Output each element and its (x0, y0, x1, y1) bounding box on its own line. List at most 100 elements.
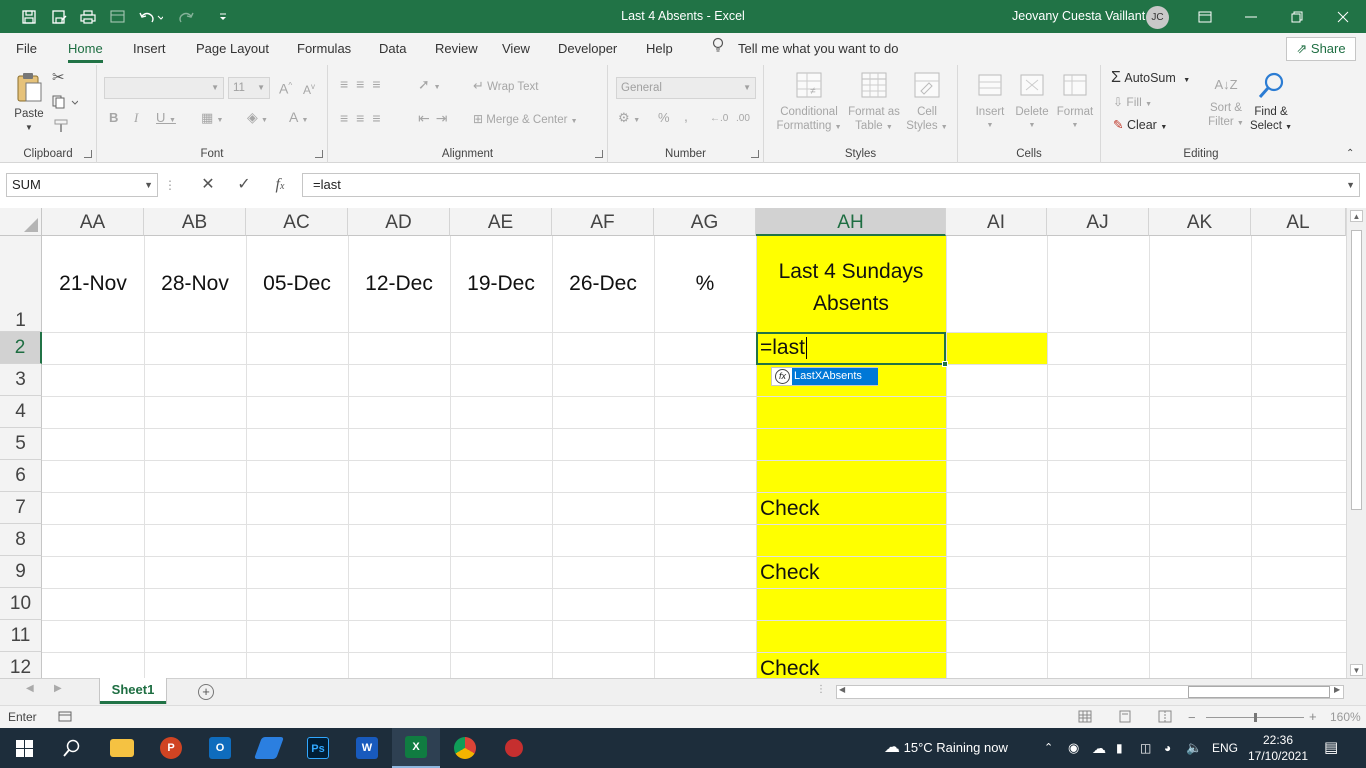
file-explorer-icon[interactable] (98, 728, 146, 768)
tab-view[interactable]: View (502, 33, 530, 65)
vertical-scrollbar[interactable]: ▲ ▼ (1346, 208, 1366, 678)
sheet-tab-sheet1[interactable]: Sheet1 (100, 678, 166, 704)
autocomplete-item[interactable]: LastXAbsents (792, 368, 878, 385)
excel-taskbar-icon[interactable]: X (392, 728, 440, 768)
bold-icon[interactable]: B (109, 111, 118, 125)
horizontal-scroll-thumb[interactable] (1188, 686, 1330, 698)
page-layout-view-icon[interactable] (1118, 710, 1132, 726)
grow-font-icon[interactable]: A^ (279, 79, 292, 96)
font-name-combo[interactable]: ▼ (104, 77, 224, 99)
restore-icon[interactable] (1274, 0, 1320, 33)
increase-decimal-icon[interactable]: ←.0 (710, 112, 728, 126)
conditional-formatting-button[interactable]: ≠ Conditional Formatting ▼ (776, 69, 842, 135)
font-launcher-icon[interactable] (315, 150, 323, 158)
row-header[interactable]: 4 (0, 396, 42, 428)
wifi-icon[interactable]: ◕ (1164, 728, 1171, 768)
number-launcher-icon[interactable] (751, 150, 759, 158)
scroll-right-icon[interactable]: ▶ (1334, 685, 1340, 694)
indent-icons[interactable]: ⇤⇥ (418, 111, 453, 125)
tab-help[interactable]: Help (646, 33, 673, 65)
cell-aa1[interactable]: 21-Nov (42, 272, 144, 296)
cancel-entry-icon[interactable]: ✕ (194, 173, 222, 197)
cell-ah12[interactable]: Check (760, 657, 820, 678)
snipping-tool-icon[interactable] (490, 728, 538, 768)
tab-review[interactable]: Review (435, 33, 478, 65)
wrap-text-button[interactable]: ↵ Wrap Text (473, 79, 538, 94)
clear-button[interactable]: ✎ Clear ▼ (1113, 118, 1167, 135)
column-header[interactable]: AK (1149, 208, 1251, 236)
format-cells-button[interactable]: Format ▼ (1054, 69, 1096, 133)
autosum-button[interactable]: Σ AutoSum ▼ (1111, 70, 1190, 88)
powerpoint-icon[interactable]: P (147, 728, 195, 768)
tab-split-handle[interactable]: ⋮ (816, 684, 826, 695)
cell-ah9[interactable]: Check (760, 561, 820, 585)
add-sheet-icon[interactable]: + (198, 684, 214, 700)
zoom-in-icon[interactable]: + (1309, 709, 1317, 724)
column-header[interactable]: AI (946, 208, 1047, 236)
tab-developer[interactable]: Developer (558, 33, 617, 65)
format-as-table-button[interactable]: Format as Table ▼ (844, 69, 904, 135)
search-icon[interactable] (48, 728, 96, 768)
spreadsheet-grid[interactable]: AA AB AC AD AE AF AG AH AI AJ AK AL 1 2 … (0, 208, 1346, 678)
comma-icon[interactable]: , (684, 109, 688, 123)
battery-icon[interactable]: ▮ (1116, 728, 1123, 768)
insert-cells-button[interactable]: Insert ▼ (970, 69, 1010, 133)
shrink-font-icon[interactable]: Av (303, 80, 315, 97)
alignment-launcher-icon[interactable] (595, 150, 603, 158)
row-header[interactable]: 6 (0, 460, 42, 492)
horizontal-align-icons[interactable]: ≡≡≡ (340, 111, 389, 125)
percent-icon[interactable]: % (658, 111, 670, 125)
find-select-button[interactable]: Find & Select ▼ (1249, 69, 1293, 135)
italic-icon[interactable]: I (134, 111, 138, 125)
scroll-thumb[interactable] (1351, 230, 1362, 510)
row-header[interactable]: 1 (0, 236, 42, 332)
column-header[interactable]: AA (42, 208, 144, 236)
scroll-up-icon[interactable]: ▲ (1350, 210, 1363, 222)
copy-icon[interactable] (52, 95, 79, 113)
minimize-icon[interactable] (1228, 0, 1274, 33)
webcam-icon[interactable]: ◉ (1068, 728, 1079, 768)
macro-record-icon[interactable] (58, 710, 72, 726)
borders-icon[interactable]: ▦ ▼ (201, 111, 223, 128)
name-box[interactable]: SUM ▼ (6, 173, 158, 197)
chevron-down-icon[interactable]: ▼ (144, 174, 153, 196)
power-automate-icon[interactable] (245, 728, 293, 768)
cell-ac1[interactable]: 05-Dec (246, 272, 348, 296)
cell-ad1[interactable]: 12-Dec (348, 272, 450, 296)
language-indicator[interactable]: ENG (1212, 728, 1238, 768)
tell-me-box[interactable]: Tell me what you want to do (712, 33, 898, 65)
merge-center-button[interactable]: ⊞ Merge & Center ▼ (473, 112, 578, 129)
row-header[interactable]: 5 (0, 428, 42, 460)
tab-file[interactable]: File (16, 33, 37, 65)
fill-handle[interactable] (942, 361, 948, 367)
tab-data[interactable]: Data (379, 33, 406, 65)
cell-ab1[interactable]: 28-Nov (144, 272, 246, 296)
column-header[interactable]: AG (654, 208, 756, 236)
scroll-down-icon[interactable]: ▼ (1350, 664, 1363, 676)
weather-widget[interactable]: ☁ 15°C Raining now (884, 728, 1008, 768)
delete-cells-button[interactable]: Delete ▼ (1012, 69, 1052, 133)
zoom-slider-thumb[interactable] (1254, 713, 1257, 722)
onedrive-icon[interactable]: ☁ (1092, 728, 1106, 768)
cell-af1[interactable]: 26-Dec (552, 272, 654, 296)
system-tray-icon[interactable]: ◫ (1140, 728, 1151, 768)
close-icon[interactable] (1320, 0, 1366, 33)
tab-page-layout[interactable]: Page Layout (196, 33, 269, 65)
row-header[interactable]: 3 (0, 364, 42, 396)
cell-ag1[interactable]: % (654, 272, 756, 296)
column-header[interactable]: AE (450, 208, 552, 236)
avatar[interactable]: JC (1146, 6, 1169, 29)
column-header[interactable]: AD (348, 208, 450, 236)
zoom-out-icon[interactable]: − (1188, 710, 1196, 725)
share-button[interactable]: ⇗ Share (1286, 37, 1356, 61)
row-header[interactable]: 7 (0, 492, 42, 524)
fill-button[interactable]: ⇩ Fill ▼ (1113, 95, 1152, 112)
column-header[interactable]: AB (144, 208, 246, 236)
row-header[interactable]: 10 (0, 588, 42, 620)
cell-ah7[interactable]: Check (760, 497, 820, 521)
scroll-left-icon[interactable]: ◀ (839, 685, 845, 694)
insert-function-icon[interactable]: fx (266, 173, 294, 197)
chrome-icon[interactable] (441, 728, 489, 768)
clock[interactable]: 22:36 17/10/2021 (1246, 732, 1310, 764)
row-header[interactable]: 11 (0, 620, 42, 652)
